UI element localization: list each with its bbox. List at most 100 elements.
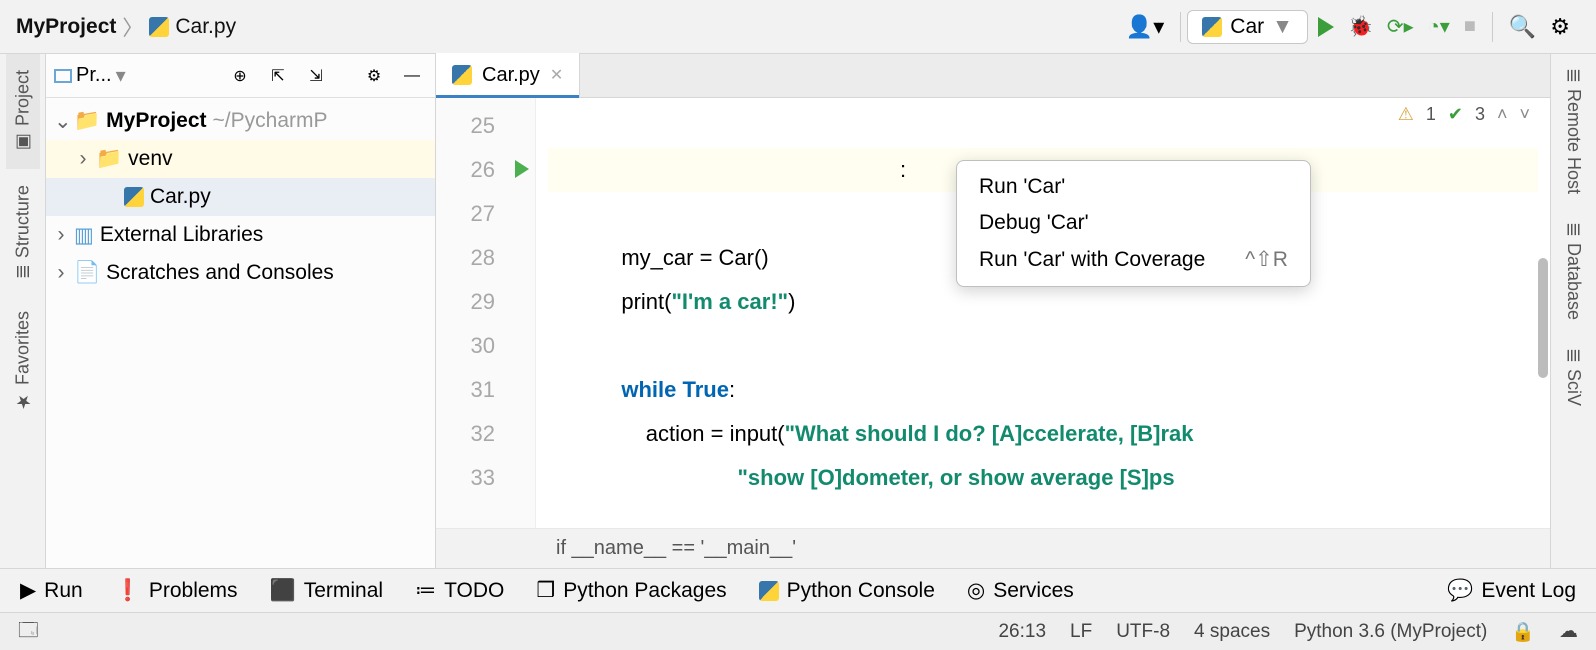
stop-button[interactable]: ■ <box>1464 15 1476 38</box>
tree-venv[interactable]: ›📁 venv <box>46 140 435 178</box>
tool-todo[interactable]: ≔TODO <box>415 578 504 603</box>
warning-icon[interactable]: ⚠ <box>1398 104 1414 125</box>
debug-button[interactable]: 🐞 <box>1348 14 1373 39</box>
tree-external-libs[interactable]: ›▥ External Libraries <box>46 216 435 254</box>
ctx-run[interactable]: Run 'Car' <box>957 169 1310 205</box>
tree-ext-label: External Libraries <box>100 223 263 247</box>
project-panel-header: Pr...▾ ⊕ ⇱ ⇲ ⚙ — <box>46 54 435 98</box>
ctx-debug[interactable]: Debug 'Car' <box>957 205 1310 241</box>
code-line[interactable]: action = input("What should I do? [A]cce… <box>548 412 1538 456</box>
project-panel: Pr...▾ ⊕ ⇱ ⇲ ⚙ — ⌄📁 MyProject ~/PycharmP… <box>46 54 436 568</box>
right-tool-rail: ≣Remote Host ≣Database ≣SciV <box>1550 54 1596 568</box>
status-caret-pos[interactable]: 26:13 <box>998 621 1046 643</box>
editor-tab-car[interactable]: Car.py ✕ <box>436 53 580 97</box>
line-number[interactable]: 33 <box>436 456 535 500</box>
sidebar-structure-tab[interactable]: ≣Structure <box>6 169 40 295</box>
run-config-selector[interactable]: Car ▼ <box>1187 10 1308 44</box>
breadcrumb-sep: 〉 <box>122 12 143 42</box>
python-icon <box>1202 17 1222 37</box>
tree-file-car[interactable]: Car.py <box>46 178 435 216</box>
tree-root[interactable]: ⌄📁 MyProject ~/PycharmP <box>46 102 435 140</box>
tree-file-label: Car.py <box>150 185 211 209</box>
locate-icon[interactable]: ⊕ <box>225 61 255 91</box>
tool-run[interactable]: ▶Run <box>20 578 83 603</box>
line-number[interactable]: 31 <box>436 368 535 412</box>
status-widget-icon[interactable]: ☁ <box>1559 620 1578 643</box>
collapse-all-icon[interactable]: ⇲ <box>301 61 331 91</box>
warn-count: 1 <box>1426 104 1436 125</box>
chevron-down-icon: ▼ <box>1272 15 1293 39</box>
sidebar-favorites-tab[interactable]: ★Favorites <box>6 295 40 428</box>
left-tool-rail: ▣Project ≣Structure ★Favorites <box>0 54 46 568</box>
breadcrumb-file[interactable]: Car.py <box>175 15 236 39</box>
user-icon[interactable]: 👤▾ <box>1126 14 1164 40</box>
code-line[interactable]: "show [O]dometer, or show average [S]ps <box>548 456 1538 500</box>
editor-tabs: Car.py ✕ <box>436 54 1550 98</box>
tree-root-path: ~/PycharmP <box>213 109 328 133</box>
status-lock-icon[interactable]: 🔒 <box>1511 620 1535 644</box>
line-number[interactable]: 29 <box>436 280 535 324</box>
ctx-coverage[interactable]: Run 'Car' with Coverage^⇧R <box>957 241 1310 278</box>
profile-button[interactable]: ◔▾ <box>1428 14 1450 39</box>
sidebar-sciview-tab[interactable]: ≣SciV <box>1557 334 1591 420</box>
line-number[interactable]: 27 <box>436 192 535 236</box>
code-line[interactable]: while True: <box>548 368 1538 412</box>
bottom-tool-bar: ▶Run ❗Problems ⬛Terminal ≔TODO ❒Python P… <box>0 568 1596 612</box>
editor-tab-label: Car.py <box>482 64 540 87</box>
run-button[interactable] <box>1318 17 1334 37</box>
sidebar-project-tab[interactable]: ▣Project <box>6 54 40 169</box>
project-tree[interactable]: ⌄📁 MyProject ~/PycharmP ›📁 venv Car.py ›… <box>46 98 435 296</box>
python-file-icon <box>124 187 144 207</box>
settings-gear-icon[interactable]: ⚙ <box>1550 14 1570 40</box>
scrollbar-thumb[interactable] <box>1538 258 1548 378</box>
panel-settings-icon[interactable]: ⚙ <box>359 61 389 91</box>
run-config-name: Car <box>1230 15 1264 39</box>
ok-count: 3 <box>1475 104 1485 125</box>
expand-all-icon[interactable]: ⇱ <box>263 61 293 91</box>
close-tab-icon[interactable]: ✕ <box>550 65 563 85</box>
tree-scratches[interactable]: ›📄 Scratches and Consoles <box>46 254 435 292</box>
line-number[interactable]: 25 <box>436 104 535 148</box>
tool-python-console[interactable]: Python Console <box>759 579 935 603</box>
next-highlight-icon[interactable]: ˅ <box>1519 104 1530 125</box>
tree-root-label: MyProject <box>106 109 206 133</box>
tree-scr-label: Scratches and Consoles <box>106 261 334 285</box>
status-bar: 🗔 26:13 LF UTF-8 4 spaces Python 3.6 (My… <box>0 612 1596 650</box>
gutter-context-menu: Run 'Car' Debug 'Car' Run 'Car' with Cov… <box>956 160 1311 287</box>
search-icon[interactable]: 🔍 <box>1509 14 1536 40</box>
tool-terminal[interactable]: ⬛Terminal <box>270 579 384 603</box>
status-indent[interactable]: 4 spaces <box>1194 621 1270 643</box>
line-number[interactable]: 30 <box>436 324 535 368</box>
hide-panel-icon[interactable]: — <box>397 61 427 91</box>
status-windows-icon[interactable]: 🗔 <box>18 616 39 648</box>
top-toolbar: MyProject 〉 Car.py 👤▾ Car ▼ 🐞 ⟳▸ ◔▾ ■ 🔍 … <box>0 0 1596 54</box>
code-line[interactable] <box>548 324 1538 368</box>
tool-python-packages[interactable]: ❒Python Packages <box>536 578 726 603</box>
breadcrumb-project[interactable]: MyProject <box>16 15 116 39</box>
breadcrumb[interactable]: MyProject 〉 Car.py <box>16 12 236 42</box>
inspection-widget[interactable]: ⚠ 1 ✔ 3 ˄ ˅ <box>1398 104 1530 125</box>
status-interpreter[interactable]: Python 3.6 (MyProject) <box>1294 621 1487 643</box>
gutter[interactable]: 25 26 27 28 29 30 31 32 33 <box>436 98 536 528</box>
check-icon[interactable]: ✔ <box>1448 104 1463 125</box>
tool-event-log[interactable]: 💬Event Log <box>1447 579 1576 603</box>
line-number[interactable]: 28 <box>436 236 535 280</box>
prev-highlight-icon[interactable]: ˄ <box>1497 104 1508 125</box>
sidebar-remote-host-tab[interactable]: ≣Remote Host <box>1557 54 1591 208</box>
line-number-run[interactable]: 26 <box>436 148 535 192</box>
editor-breadcrumb[interactable]: if __name__ == '__main__' <box>436 528 1550 568</box>
sidebar-database-tab[interactable]: ≣Database <box>1557 208 1591 334</box>
python-file-icon <box>149 17 169 37</box>
tool-services[interactable]: ◎Services <box>967 578 1074 603</box>
status-line-ending[interactable]: LF <box>1070 621 1092 643</box>
coverage-button[interactable]: ⟳▸ <box>1387 14 1414 39</box>
code-line[interactable] <box>548 104 1538 148</box>
tree-venv-label: venv <box>128 147 172 171</box>
editor-area: Car.py ✕ 25 26 27 28 29 30 31 32 33 ⚠ 1 ✔… <box>436 54 1550 568</box>
tool-problems[interactable]: ❗Problems <box>115 579 238 603</box>
project-panel-title[interactable]: Pr...▾ <box>54 63 126 88</box>
status-encoding[interactable]: UTF-8 <box>1116 621 1170 643</box>
python-file-icon <box>452 65 472 85</box>
line-number[interactable]: 32 <box>436 412 535 456</box>
editor-breadcrumb-label: if __name__ == '__main__' <box>556 537 796 560</box>
